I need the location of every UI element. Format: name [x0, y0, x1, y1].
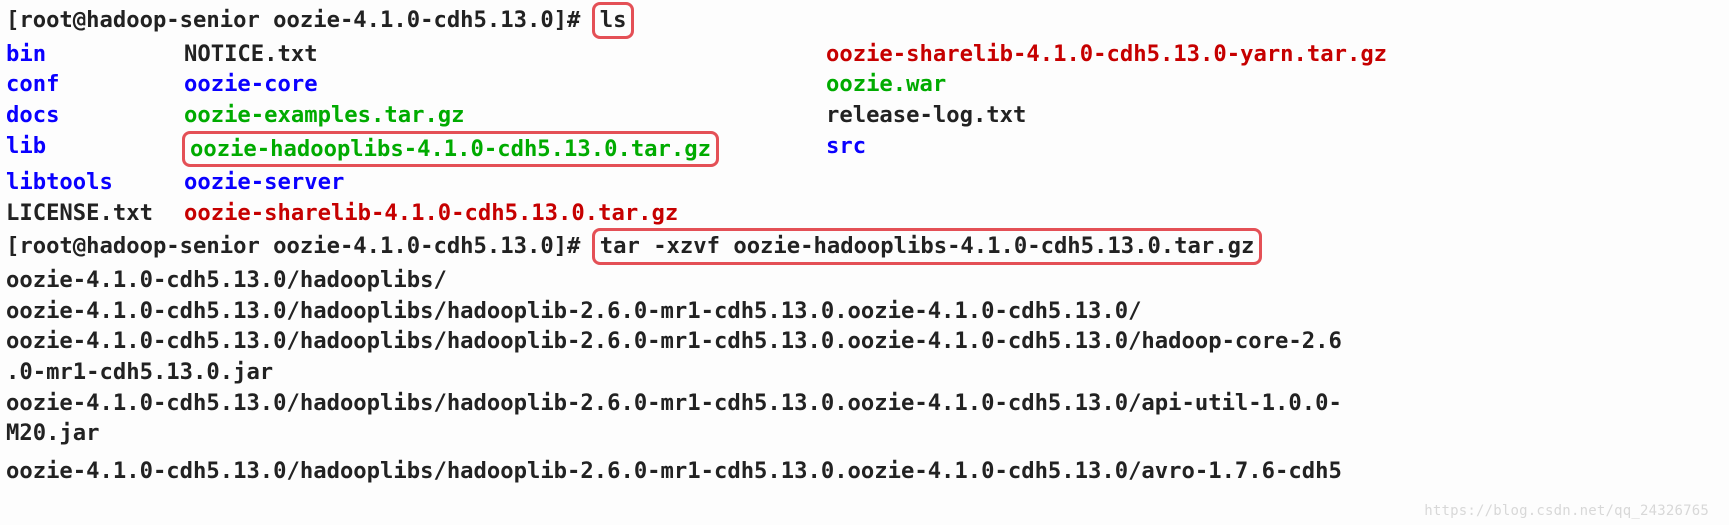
ls-item: oozie-server	[184, 167, 826, 198]
ls-row: conf oozie-core oozie.war	[6, 69, 1729, 100]
highlight-tar-command: tar -xzvf oozie-hadooplibs-4.1.0-cdh5.13…	[592, 228, 1263, 265]
highlight-hadooplibs-tar: oozie-hadooplibs-4.1.0-cdh5.13.0.tar.gz	[182, 131, 719, 168]
ls-item: src	[826, 131, 866, 168]
ls-item: bin	[6, 39, 184, 70]
ls-item: LICENSE.txt	[6, 198, 184, 229]
prompt-line-2[interactable]: [root@hadoop-senior oozie-4.1.0-cdh5.13.…	[6, 228, 1729, 265]
ls-item: libtools	[6, 167, 184, 198]
ls-item: oozie-sharelib-4.1.0-cdh5.13.0.tar.gz	[184, 198, 826, 229]
shell-prompt: [root@hadoop-senior oozie-4.1.0-cdh5.13.…	[6, 233, 594, 259]
ls-row: docs oozie-examples.tar.gz release-log.t…	[6, 100, 1729, 131]
ls-item: release-log.txt	[826, 100, 1026, 131]
ls-item: lib	[6, 131, 184, 168]
ls-row: libtools oozie-server	[6, 167, 1729, 198]
watermark-text: https://blog.csdn.net/qq_24326765	[1424, 502, 1709, 521]
prompt-line-1[interactable]: [root@hadoop-senior oozie-4.1.0-cdh5.13.…	[6, 2, 1729, 39]
ls-row: lib oozie-hadooplibs-4.1.0-cdh5.13.0.tar…	[6, 131, 1729, 168]
tar-output-line: oozie-4.1.0-cdh5.13.0/hadooplibs/hadoopl…	[6, 326, 1729, 357]
ls-item: conf	[6, 69, 184, 100]
tar-output-line: oozie-4.1.0-cdh5.13.0/hadooplibs/hadoopl…	[6, 456, 1729, 487]
highlight-ls-command: ls	[592, 2, 635, 39]
ls-item: oozie.war	[826, 69, 946, 100]
tar-output-line: oozie-4.1.0-cdh5.13.0/hadooplibs/hadoopl…	[6, 388, 1729, 419]
tar-output-line: oozie-4.1.0-cdh5.13.0/hadooplibs/hadoopl…	[6, 296, 1729, 327]
tar-output-line: .0-mr1-cdh5.13.0.jar	[6, 357, 1729, 388]
ls-item: NOTICE.txt	[184, 39, 826, 70]
ls-item: oozie-core	[184, 69, 826, 100]
ls-item: oozie-sharelib-4.1.0-cdh5.13.0-yarn.tar.…	[826, 39, 1387, 70]
shell-prompt: [root@hadoop-senior oozie-4.1.0-cdh5.13.…	[6, 7, 594, 33]
ls-row: LICENSE.txt oozie-sharelib-4.1.0-cdh5.13…	[6, 198, 1729, 229]
tar-output-line: M20.jar	[6, 418, 1729, 449]
ls-item: docs	[6, 100, 184, 131]
tar-output-line: oozie-4.1.0-cdh5.13.0/hadooplibs/	[6, 265, 1729, 296]
ls-item: oozie-examples.tar.gz	[184, 100, 826, 131]
ls-row: bin NOTICE.txt oozie-sharelib-4.1.0-cdh5…	[6, 39, 1729, 70]
